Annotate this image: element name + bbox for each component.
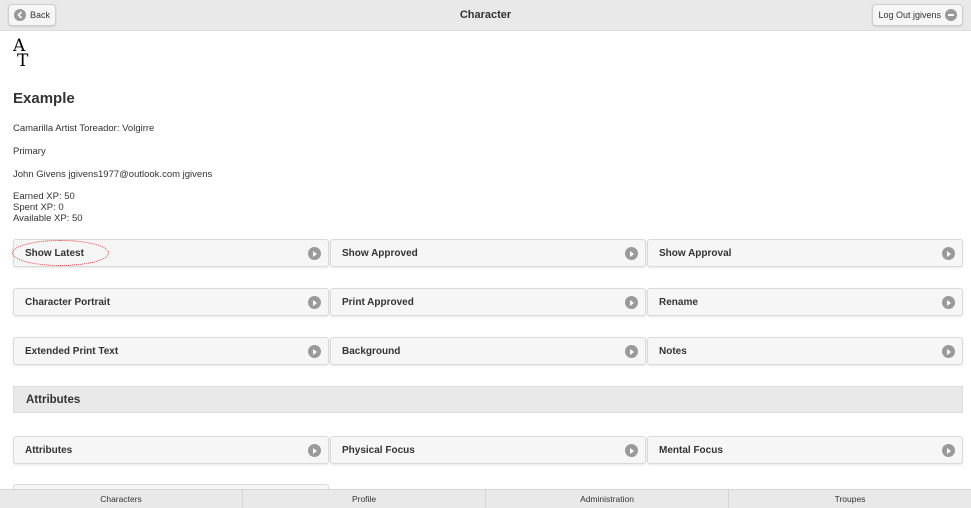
button-label: Background [342, 346, 401, 357]
tab-profile[interactable]: Profile [243, 490, 486, 508]
xp-summary: Earned XP: 50 Spent XP: 0 Available XP: … [13, 191, 83, 224]
rename-button[interactable]: Rename [647, 288, 963, 316]
minus-icon [945, 9, 957, 21]
extended-print-text-button[interactable]: Extended Print Text [13, 337, 329, 365]
logo-letter-bottom: T [17, 51, 29, 71]
header-bar: Back Character Log Out jgivens [0, 0, 971, 31]
button-label: Notes [659, 346, 687, 357]
arrow-right-icon [625, 296, 638, 309]
button-label: Show Approved [342, 248, 418, 259]
character-name: Example [13, 90, 75, 107]
arrow-right-icon [942, 247, 955, 260]
mental-focus-button[interactable]: Mental Focus [647, 436, 963, 464]
character-owner: John Givens jgivens1977@outlook.com jgiv… [13, 169, 213, 180]
button-label: Show Approval [659, 248, 732, 259]
arrow-right-icon [942, 345, 955, 358]
arrow-right-icon [625, 247, 638, 260]
arrow-right-icon [625, 444, 638, 457]
button-label: Extended Print Text [25, 346, 119, 357]
logout-button[interactable]: Log Out jgivens [872, 4, 963, 26]
arrow-right-icon [308, 444, 321, 457]
button-label: Attributes [25, 445, 73, 456]
character-status: Primary [13, 146, 46, 157]
show-latest-button[interactable]: Show Latest [13, 239, 329, 267]
footer-navbar: Characters Profile Administration Troupe… [0, 489, 971, 508]
button-label: Rename [659, 297, 698, 308]
page-title: Character [459, 9, 512, 21]
button-label: Print Approved [342, 297, 414, 308]
button-label: Physical Focus [342, 445, 415, 456]
character-portrait-button[interactable]: Character Portrait [13, 288, 329, 316]
show-approval-button[interactable]: Show Approval [647, 239, 963, 267]
button-label: Show Latest [25, 248, 84, 259]
print-approved-button[interactable]: Print Approved [330, 288, 646, 316]
arrow-right-icon [942, 296, 955, 309]
notes-button[interactable]: Notes [647, 337, 963, 365]
earned-xp: Earned XP: 50 [13, 191, 75, 202]
tab-administration[interactable]: Administration [486, 490, 729, 508]
background-button[interactable]: Background [330, 337, 646, 365]
logout-button-label: Log Out jgivens [878, 10, 941, 20]
tab-characters[interactable]: Characters [0, 490, 243, 508]
section-title: Attributes [26, 394, 81, 406]
attributes-button[interactable]: Attributes [13, 436, 329, 464]
arrow-right-icon [625, 345, 638, 358]
button-label: Mental Focus [659, 445, 723, 456]
arrow-right-icon [308, 296, 321, 309]
spent-xp: Spent XP: 0 [13, 202, 64, 213]
button-label: Character Portrait [25, 297, 111, 308]
character-description: Camarilla Artist Toreador: Volgirre [13, 123, 155, 134]
app-logo: A T [13, 38, 45, 74]
arrow-right-icon [308, 345, 321, 358]
physical-focus-button[interactable]: Physical Focus [330, 436, 646, 464]
show-approved-button[interactable]: Show Approved [330, 239, 646, 267]
available-xp: Available XP: 50 [13, 213, 83, 224]
tab-troupes[interactable]: Troupes [729, 490, 971, 508]
arrow-right-icon [308, 247, 321, 260]
attributes-section-header: Attributes [13, 386, 963, 413]
arrow-right-icon [942, 444, 955, 457]
